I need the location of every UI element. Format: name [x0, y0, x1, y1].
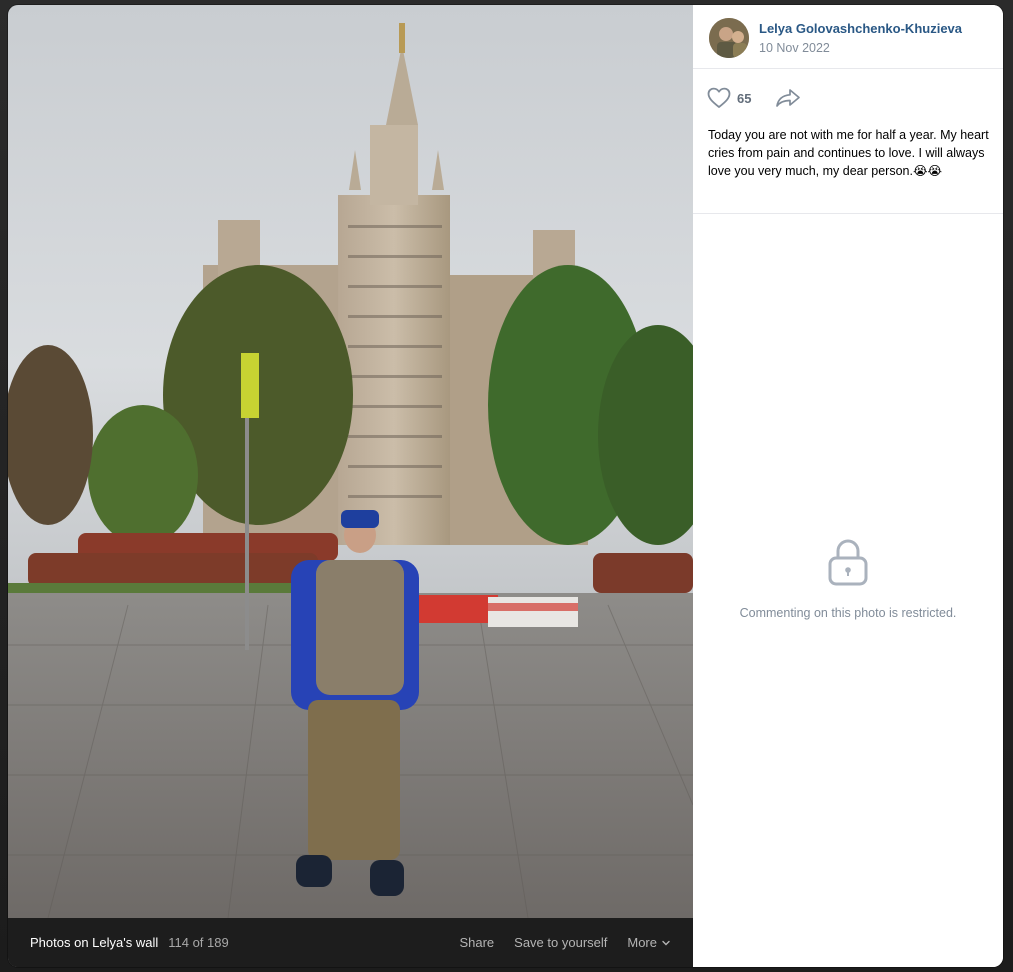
comments-restricted: Commenting on this photo is restricted. [693, 537, 1003, 620]
more-button[interactable]: More [627, 935, 671, 950]
photo[interactable] [8, 5, 693, 918]
post-side-panel: Lelya Golovashchenko-Khuzieva 10 Nov 202… [693, 5, 1003, 967]
heart-icon [707, 87, 731, 108]
photo-footer: Photos on Lelya's wall 114 of 189 Share … [8, 918, 693, 967]
post-caption: Today you are not with me for half a yea… [708, 128, 989, 178]
post-author: Lelya Golovashchenko-Khuzieva 10 Nov 202… [709, 18, 962, 58]
footer-actions: Share Save to yourself More [459, 935, 671, 950]
share-arrow-icon [776, 89, 801, 107]
album-title[interactable]: Photos on Lelya's wall [30, 935, 158, 950]
share-button[interactable]: Share [459, 935, 494, 950]
like-button[interactable]: 65 [707, 87, 751, 109]
avatar-image [709, 18, 749, 58]
avatar[interactable] [709, 18, 749, 58]
save-to-yourself-button[interactable]: Save to yourself [514, 935, 607, 950]
header-divider [693, 68, 1003, 69]
like-count: 65 [737, 90, 752, 106]
author-meta: Lelya Golovashchenko-Khuzieva 10 Nov 202… [759, 20, 962, 57]
author-name-link[interactable]: Lelya Golovashchenko-Khuzieva [759, 20, 962, 37]
more-label: More [627, 935, 657, 950]
post-date[interactable]: 10 Nov 2022 [759, 39, 962, 57]
chevron-down-icon [662, 940, 670, 945]
caption-divider [693, 213, 1003, 214]
post-actions: 65 [707, 87, 801, 109]
comments-restricted-text: Commenting on this photo is restricted. [739, 606, 957, 620]
share-post-button[interactable] [775, 88, 801, 108]
lock-icon [828, 539, 868, 586]
photo-viewer: Photos on Lelya's wall 114 of 189 Share … [8, 5, 1003, 967]
photo-counter: 114 of 189 [168, 935, 229, 950]
photo-panel: Photos on Lelya's wall 114 of 189 Share … [8, 5, 693, 967]
